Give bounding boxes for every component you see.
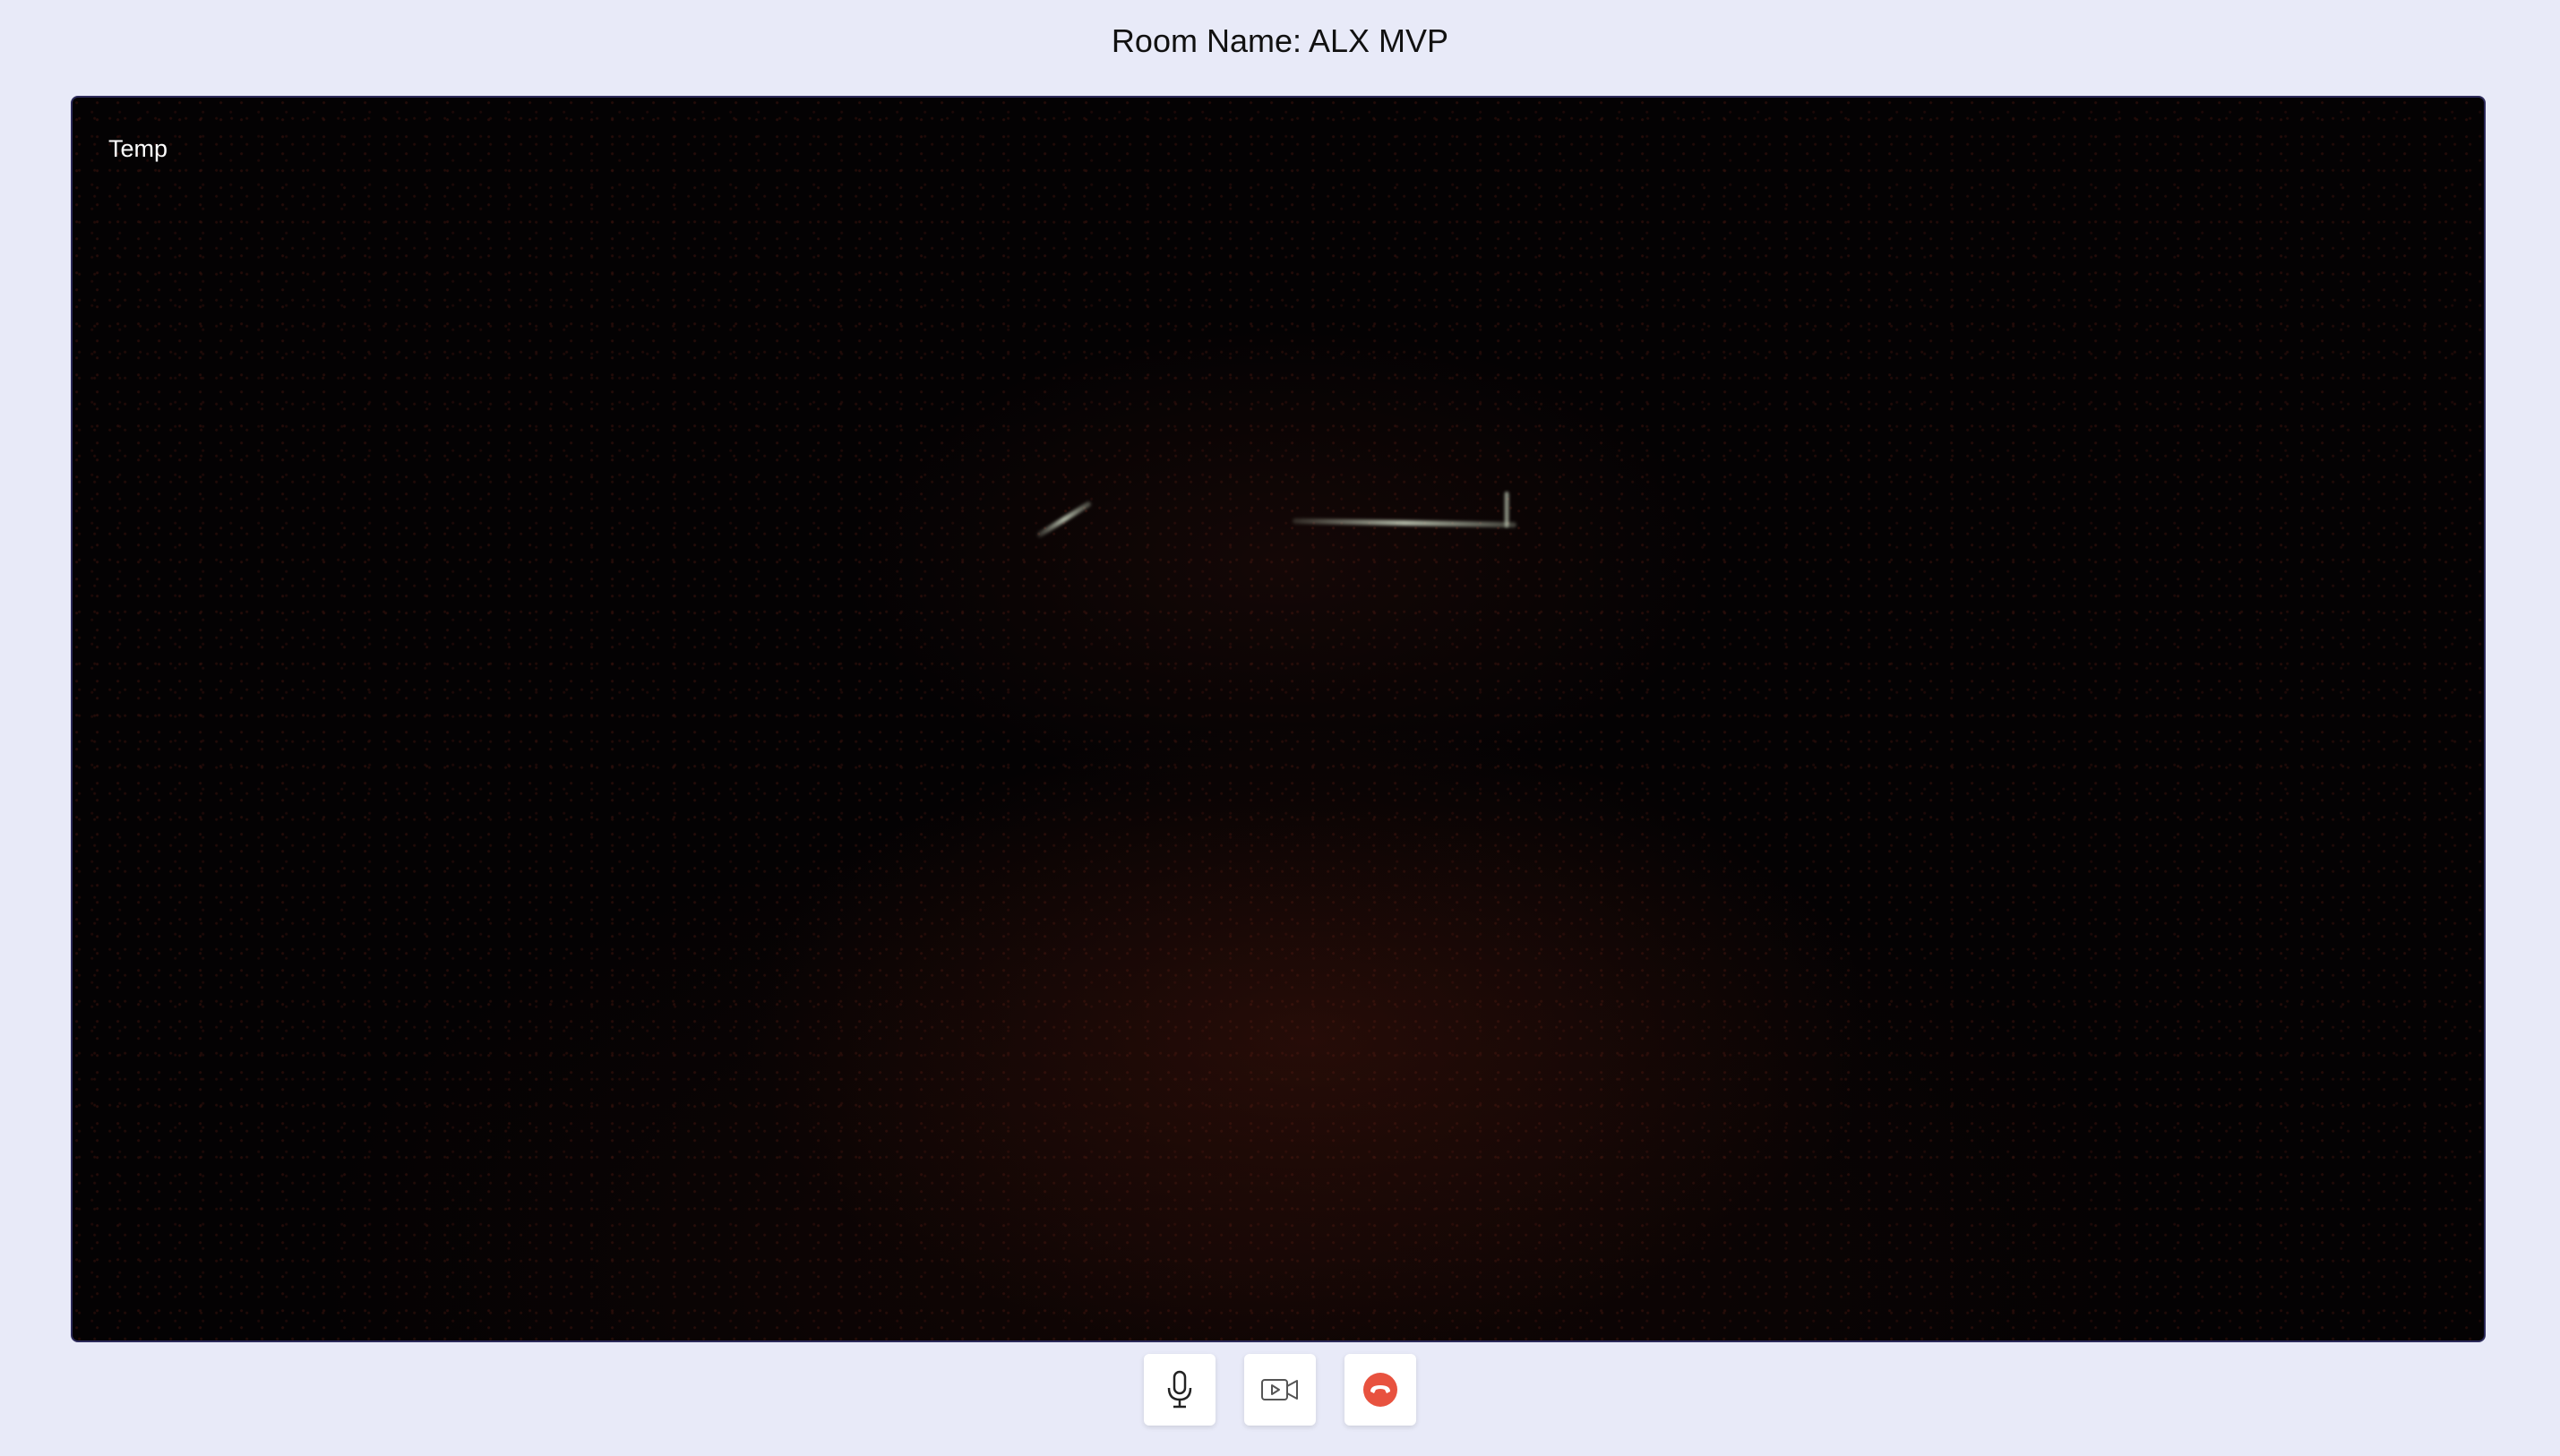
video-call-page: Room Name: ALX MVP Temp [0,0,2560,1456]
participant-name-label: Temp [108,135,168,162]
video-noise-overlay [73,98,2484,1340]
end-call-icon [1363,1373,1397,1407]
room-title: Room Name: ALX MVP [1111,22,1449,59]
mute-microphone-button[interactable] [1144,1354,1216,1426]
participant-video-tile: Temp [71,96,2486,1342]
microphone-icon [1167,1370,1192,1409]
end-call-button[interactable] [1344,1354,1416,1426]
toggle-camera-button[interactable] [1244,1354,1316,1426]
video-light-streak [1504,492,1509,527]
video-camera-icon [1261,1379,1298,1400]
call-controls [0,1354,2560,1426]
